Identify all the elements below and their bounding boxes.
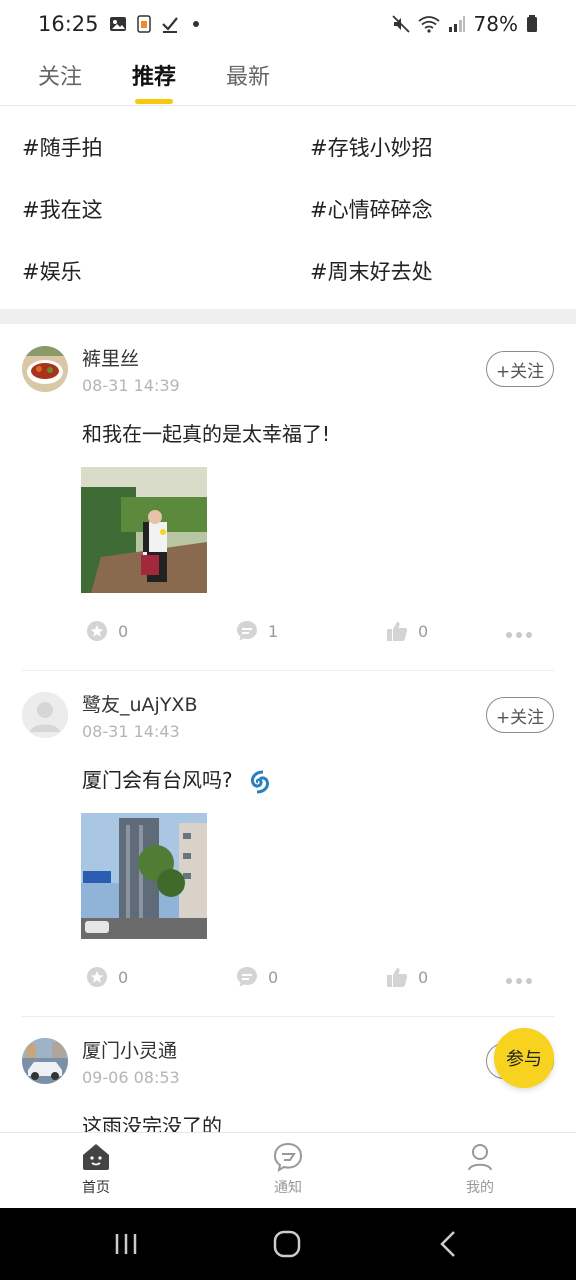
nav-label-notifications: 通知 xyxy=(274,1180,302,1196)
like-count: 0 xyxy=(418,621,429,641)
favorite-action[interactable]: 0 xyxy=(86,620,128,642)
topic-link[interactable]: #随手拍 xyxy=(22,132,103,162)
thumbs-up-icon xyxy=(387,622,408,641)
follow-button[interactable]: +关注 xyxy=(486,351,554,387)
app-notification-icon xyxy=(136,15,151,33)
home-icon xyxy=(83,1144,109,1170)
post-text: 这雨没完没了的 xyxy=(82,1114,222,1132)
like-count: 0 xyxy=(418,967,429,987)
topic-link[interactable]: #我在这 xyxy=(22,194,103,224)
comment-icon xyxy=(237,621,257,641)
notification-icon xyxy=(273,1142,303,1173)
post-feed: 裤里丝 08-31 14:39 +关注 和我在一起真的是太幸福了! 0 1 0 … xyxy=(0,324,576,1132)
topic-grid: #随手拍 #存钱小妙招 #我在这 #心情碎碎念 #娱乐 #周末好去处 xyxy=(0,116,576,312)
comment-icon xyxy=(237,967,257,987)
image-icon xyxy=(109,17,126,31)
post-photo xyxy=(81,813,207,939)
like-action[interactable]: 0 xyxy=(386,620,428,642)
nav-item-profile[interactable]: 我的 xyxy=(440,1141,520,1197)
status-bar: 16:25 78% xyxy=(0,0,576,48)
topic-link[interactable]: #周末好去处 xyxy=(310,256,433,286)
post-username[interactable]: 鹭友_uAjYXB xyxy=(82,690,197,717)
post-timestamp: 08-31 14:43 xyxy=(82,722,180,741)
avatar[interactable] xyxy=(22,1038,68,1084)
tab-latest[interactable]: 最新 xyxy=(226,48,270,106)
thumbs-up-icon xyxy=(387,968,408,987)
comment-count: 0 xyxy=(268,967,279,987)
post-username[interactable]: 厦门小灵通 xyxy=(82,1036,177,1063)
avatar[interactable] xyxy=(22,346,68,392)
tab-following[interactable]: 关注 xyxy=(38,48,82,106)
check-icon xyxy=(161,17,178,33)
comment-action[interactable]: 1 xyxy=(236,620,278,642)
profile-icon xyxy=(468,1144,492,1171)
more-options-icon[interactable] xyxy=(506,632,532,638)
nav-label-home: 首页 xyxy=(82,1180,110,1196)
dot-icon xyxy=(192,21,199,27)
favorite-action[interactable]: 0 xyxy=(86,966,128,988)
section-divider xyxy=(0,309,576,324)
comment-action[interactable]: 0 xyxy=(236,966,278,988)
battery-percentage: 78% xyxy=(473,12,518,36)
post-actions: 0 0 0 xyxy=(0,966,576,996)
system-navigation-bar xyxy=(0,1208,576,1280)
topic-link[interactable]: #娱乐 xyxy=(22,256,82,286)
post-username[interactable]: 裤里丝 xyxy=(82,344,139,371)
nav-label-profile: 我的 xyxy=(466,1180,494,1196)
post-actions: 0 1 0 xyxy=(0,620,576,650)
status-time: 16:25 xyxy=(38,12,99,36)
comment-count: 1 xyxy=(268,621,279,641)
default-avatar-icon xyxy=(22,692,68,738)
bottom-nav: 首页 通知 我的 xyxy=(0,1132,576,1208)
post-timestamp: 09-06 08:53 xyxy=(82,1068,180,1087)
status-right-icons: 78% xyxy=(391,12,538,36)
post-divider xyxy=(22,1016,554,1017)
nav-item-notifications[interactable]: 通知 xyxy=(248,1141,328,1197)
battery-icon xyxy=(527,15,537,32)
post-timestamp: 08-31 14:39 xyxy=(82,376,180,395)
star-icon xyxy=(87,621,107,641)
avatar-food-image xyxy=(22,346,68,392)
tab-recommended[interactable]: 推荐 xyxy=(132,48,176,106)
post-image[interactable] xyxy=(81,813,207,939)
topic-link[interactable]: #存钱小妙招 xyxy=(310,132,433,162)
post-text: 厦门会有台风吗? xyxy=(82,764,271,795)
avatar-car-image xyxy=(22,1038,68,1084)
avatar[interactable] xyxy=(22,692,68,738)
nav-item-home[interactable]: 首页 xyxy=(56,1141,136,1197)
recent-apps-icon[interactable] xyxy=(110,1228,142,1260)
favorite-count: 0 xyxy=(118,967,129,987)
top-tabs: 关注 推荐 最新 xyxy=(0,48,576,106)
follow-button[interactable]: +关注 xyxy=(486,697,554,733)
favorite-count: 0 xyxy=(118,621,129,641)
like-action[interactable]: 0 xyxy=(386,966,428,988)
more-options-icon[interactable] xyxy=(506,978,532,984)
star-icon xyxy=(87,967,107,987)
topic-link[interactable]: #心情碎碎念 xyxy=(310,194,433,224)
post-image[interactable] xyxy=(81,467,207,593)
participate-button[interactable]: 参与 xyxy=(494,1028,554,1088)
mute-icon xyxy=(391,15,410,33)
home-button-icon[interactable] xyxy=(271,1228,303,1260)
post-photo xyxy=(81,467,207,593)
post-text: 和我在一起真的是太幸福了! xyxy=(82,422,331,446)
wifi-icon xyxy=(417,16,440,33)
cyclone-emoji-icon xyxy=(251,770,269,793)
back-icon[interactable] xyxy=(434,1228,466,1260)
status-left-icons xyxy=(109,15,199,33)
signal-icon xyxy=(448,16,465,32)
post-divider xyxy=(22,670,554,671)
post-text-content: 厦门会有台风吗? xyxy=(82,768,233,792)
